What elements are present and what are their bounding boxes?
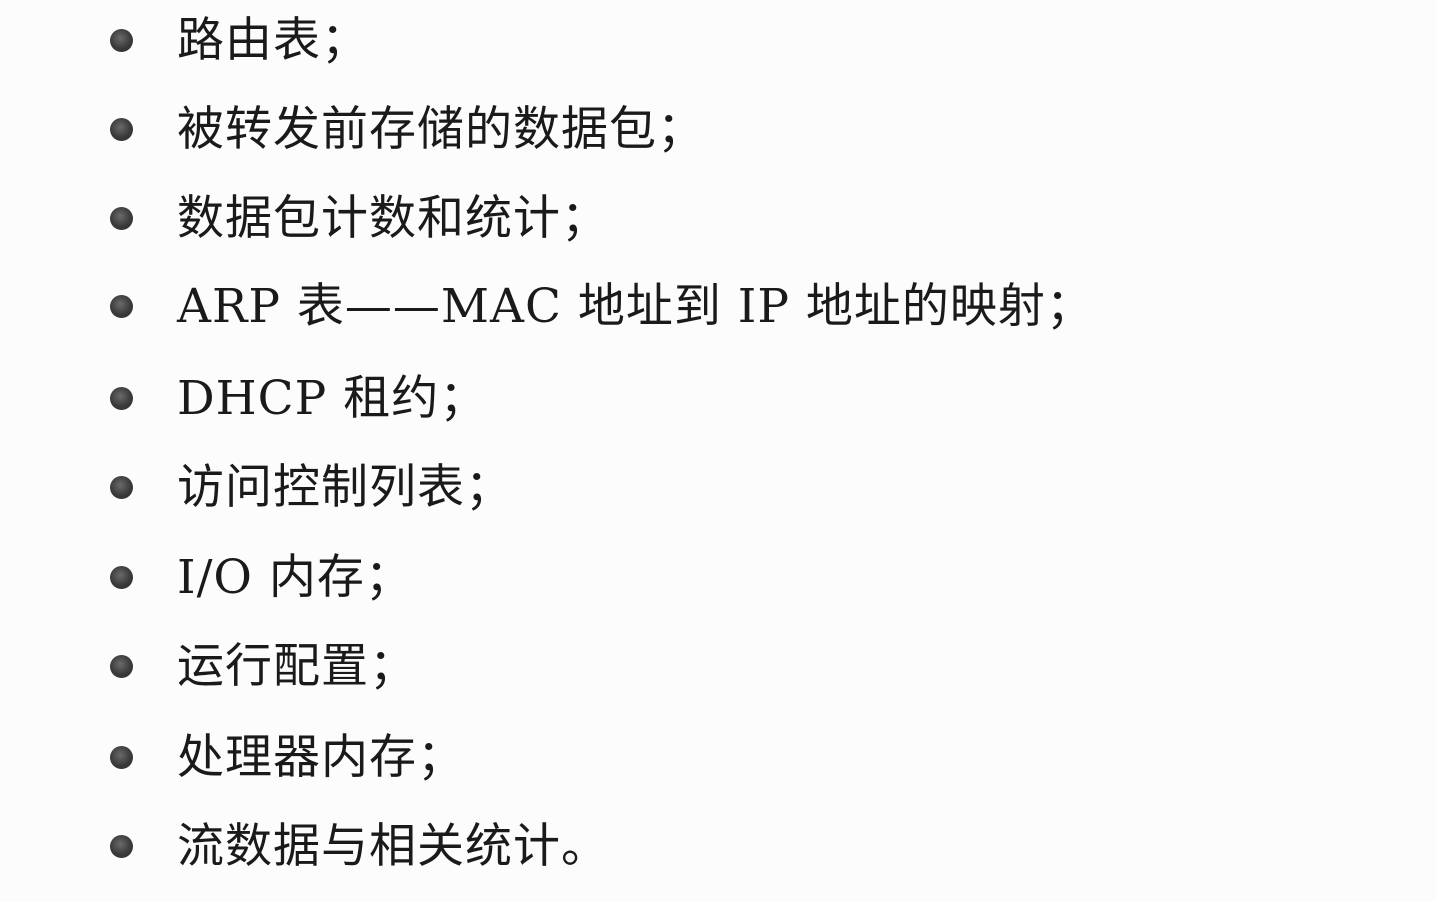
bullet-icon	[110, 295, 133, 318]
list-item-text: DHCP 租约；	[177, 371, 488, 426]
list-item-text: 路由表；	[177, 13, 369, 68]
bullet-icon	[110, 118, 133, 141]
bullet-icon	[110, 566, 133, 589]
list-item: 被转发前存储的数据包；	[0, 101, 1400, 161]
list-item-text: ARP 表——MAC 地址到 IP 地址的映射；	[177, 279, 1094, 334]
bullet-icon	[110, 655, 133, 678]
list-item: 数据包计数和统计；	[0, 190, 1400, 250]
list-item: ARP 表——MAC 地址到 IP 地址的映射；	[0, 278, 1400, 338]
list-item: DHCP 租约；	[0, 370, 1400, 430]
bullet-icon	[110, 746, 133, 769]
bullet-icon	[110, 476, 133, 499]
list-item-text: I/O 内存；	[177, 550, 413, 605]
bullet-icon	[110, 387, 133, 410]
list-item-text: 运行配置；	[177, 639, 417, 694]
document-page: 路由表； 被转发前存储的数据包； 数据包计数和统计； ARP 表——MAC 地址…	[0, 0, 1436, 902]
bullet-icon	[110, 207, 133, 230]
list-item: 流数据与相关统计。	[0, 818, 1400, 878]
list-item-text: 流数据与相关统计。	[177, 819, 609, 874]
list-item-text: 处理器内存；	[177, 730, 465, 785]
list-item: I/O 内存；	[0, 549, 1400, 609]
list-item: 处理器内存；	[0, 729, 1400, 789]
list-item-text: 数据包计数和统计；	[177, 191, 609, 246]
list-item-text: 访问控制列表；	[177, 460, 513, 515]
list-item: 访问控制列表；	[0, 459, 1400, 519]
list-item-text: 被转发前存储的数据包；	[177, 102, 705, 157]
list-item: 路由表；	[0, 12, 1400, 72]
bullet-icon	[110, 835, 133, 858]
list-item: 运行配置；	[0, 638, 1400, 698]
bullet-icon	[110, 29, 133, 52]
